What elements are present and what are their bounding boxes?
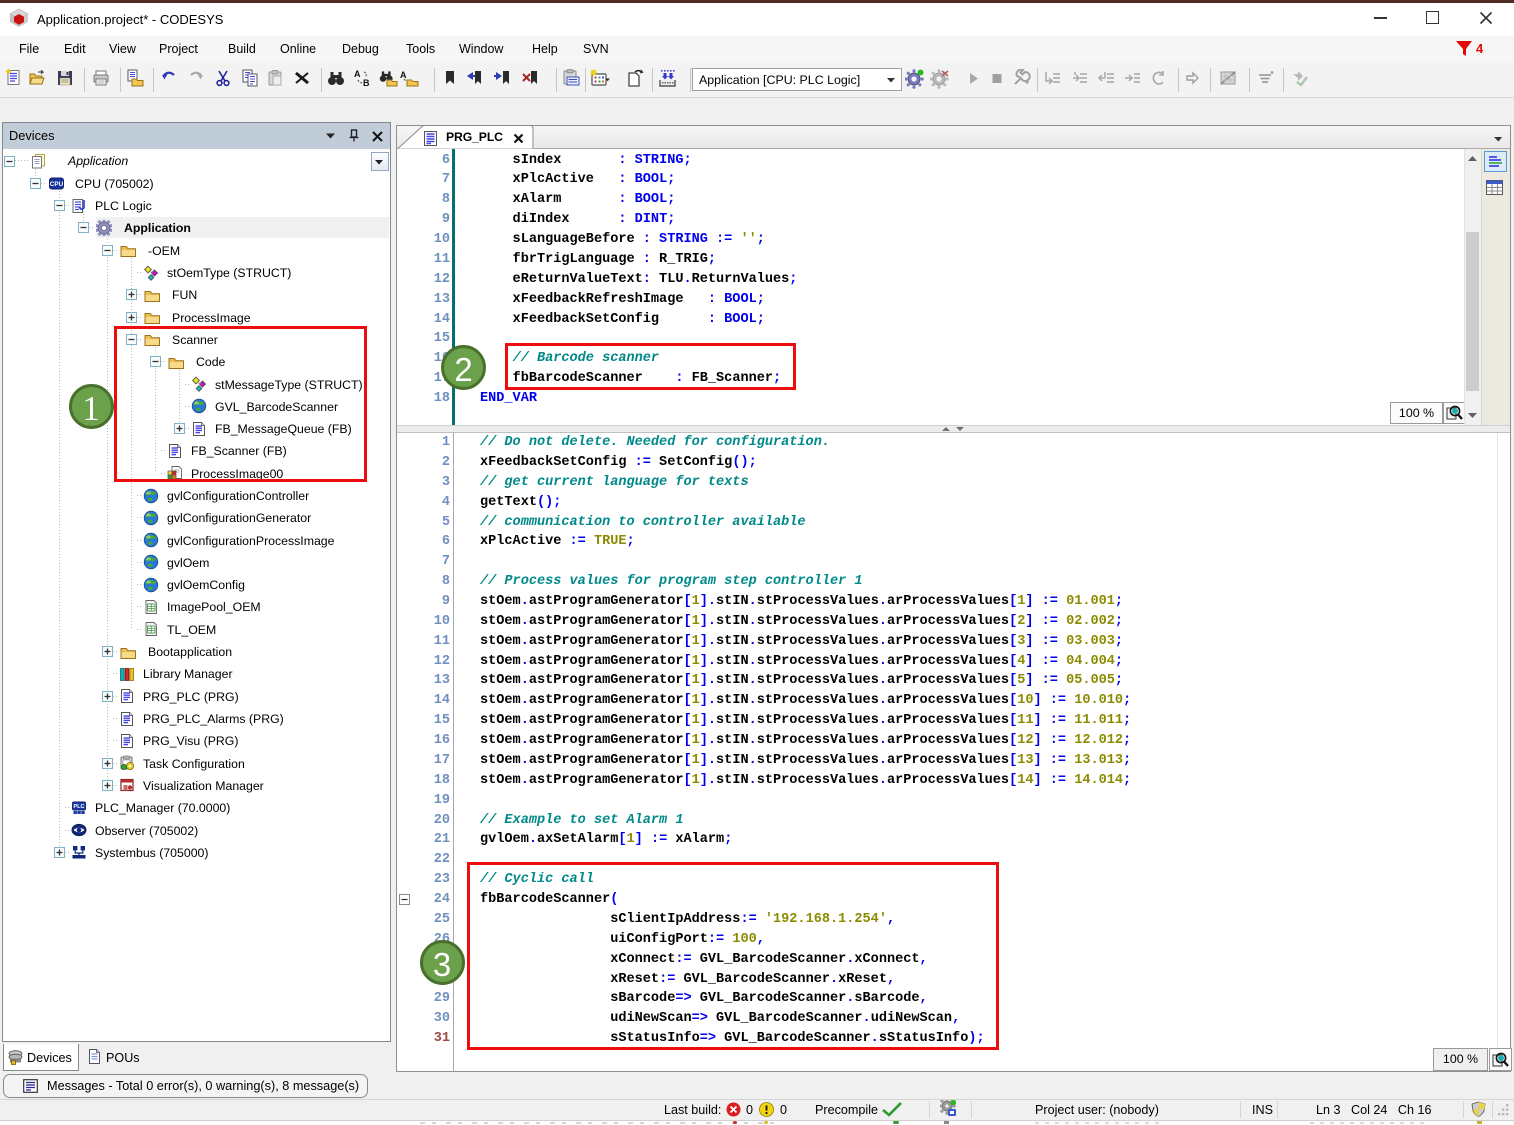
svg-text:CPU: CPU	[50, 181, 64, 188]
svg-text:B: B	[363, 78, 370, 88]
svg-text:A: A	[354, 69, 361, 79]
svg-text:PLC: PLC	[73, 804, 84, 810]
svg-text:A: A	[400, 70, 407, 80]
